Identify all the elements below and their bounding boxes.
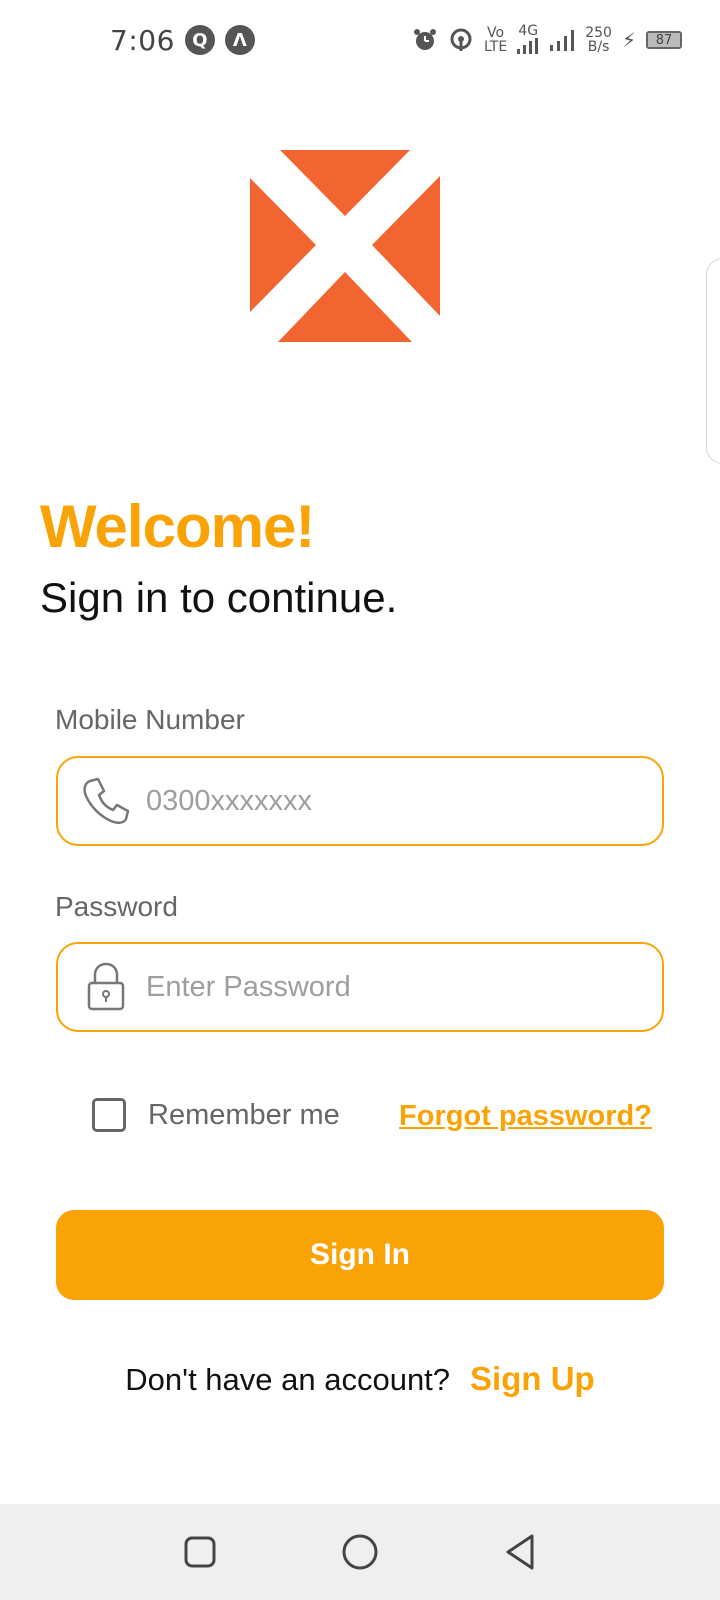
status-bar: 7:06 Q Λ Vo LTE 4G 250 B/s ⚡ 87 <box>0 0 720 80</box>
back-button[interactable] <box>496 1528 544 1576</box>
signal-icon <box>517 37 539 54</box>
volte-icon: Vo LTE <box>484 26 507 54</box>
sign-in-subtitle: Sign in to continue. <box>40 574 398 621</box>
navigation-bar <box>0 1504 720 1600</box>
hotspot-icon <box>450 28 472 51</box>
a-icon: Λ <box>224 25 255 55</box>
home-button[interactable] <box>336 1528 384 1576</box>
forgot-password-link[interactable]: Forgot password? <box>399 1100 652 1133</box>
q-icon: Q <box>184 25 215 55</box>
status-right: Vo LTE 4G 250 B/s ⚡ 87 <box>412 24 682 57</box>
mobile-number-input[interactable] <box>146 784 662 818</box>
circle-icon <box>342 1534 378 1570</box>
speed-unit: B/s <box>587 39 610 55</box>
charging-icon: ⚡ <box>621 28 636 52</box>
signal-icon <box>550 30 575 51</box>
mobile-number-label: Mobile Number <box>55 704 245 735</box>
lock-icon <box>78 959 134 1015</box>
network-speed: 250 B/s <box>585 26 612 54</box>
sign-up-link[interactable]: Sign Up <box>470 1360 595 1398</box>
login-screen: 7:06 Q Λ Vo LTE 4G 250 B/s ⚡ 87 Welcome!… <box>0 0 720 1600</box>
signup-prompt: Don't have an account? <box>125 1362 451 1397</box>
alarm-icon <box>413 29 436 50</box>
recents-button[interactable] <box>176 1528 224 1576</box>
password-field[interactable] <box>56 942 664 1032</box>
speed-value: 250 <box>585 25 612 41</box>
battery-icon: 87 <box>646 31 682 49</box>
welcome-title: Welcome! <box>40 493 315 560</box>
volte-top: Vo <box>487 25 505 41</box>
network-indicator: 4G <box>517 24 539 57</box>
password-label: Password <box>55 891 178 922</box>
network-type: 4G <box>518 22 539 39</box>
signup-row: Don't have an account? Sign Up <box>0 1360 720 1398</box>
status-left: 7:06 Q Λ <box>110 24 255 57</box>
remember-me-row: Remember me <box>92 1098 340 1132</box>
remember-me-label[interactable]: Remember me <box>148 1099 340 1132</box>
remember-me-checkbox[interactable] <box>92 1098 126 1132</box>
battery-level: 87 <box>655 32 673 48</box>
triangle-back-icon <box>506 1534 534 1570</box>
edge-panel-handle[interactable] <box>706 258 720 464</box>
mobile-number-field[interactable] <box>56 756 664 846</box>
phone-icon <box>78 773 134 829</box>
sign-in-button[interactable]: Sign In <box>56 1210 664 1300</box>
status-time: 7:06 <box>110 23 175 57</box>
square-icon <box>184 1536 216 1568</box>
x-logo-icon <box>250 150 440 342</box>
password-input[interactable] <box>146 970 662 1004</box>
volte-bottom: LTE <box>483 39 508 55</box>
